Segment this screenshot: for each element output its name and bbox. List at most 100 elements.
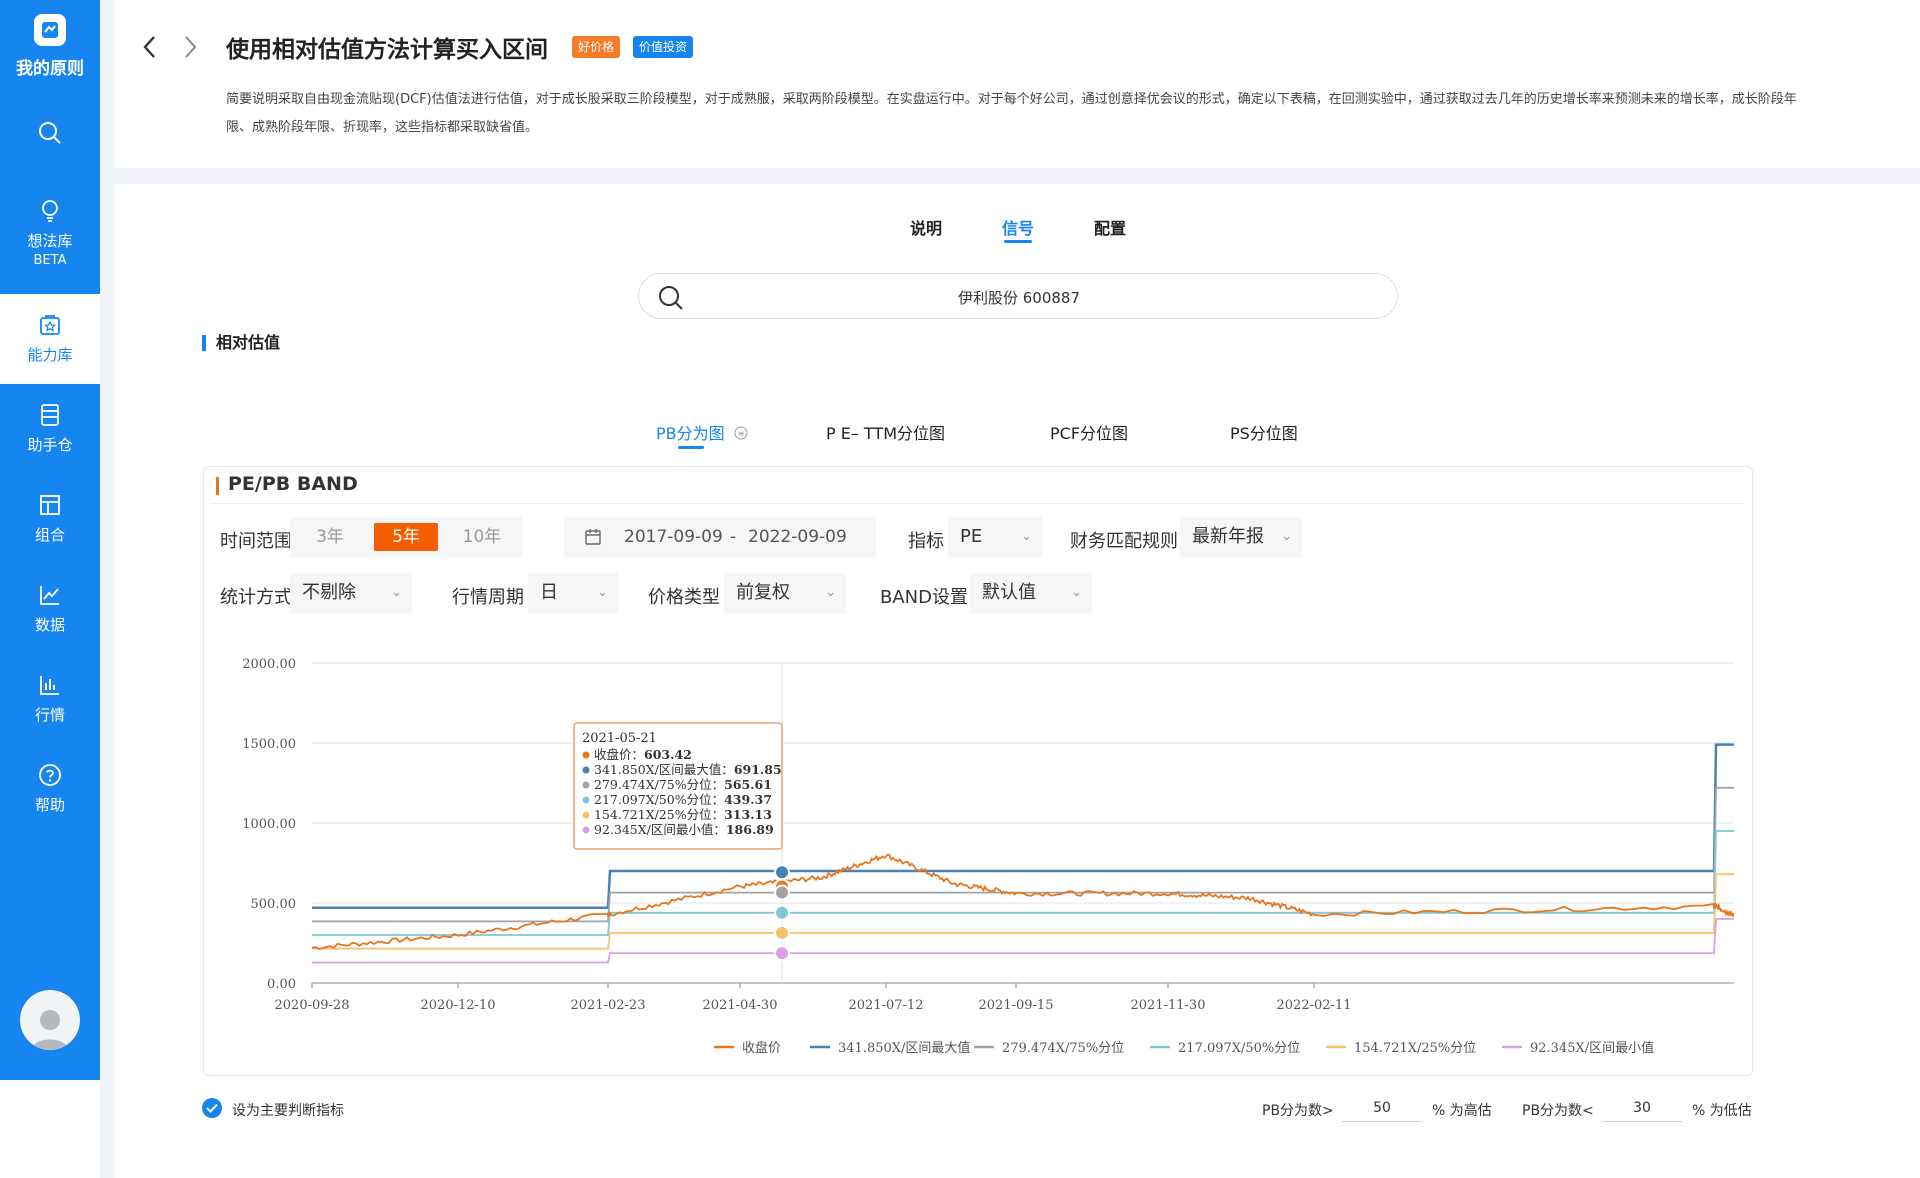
forward-button[interactable] xyxy=(180,34,200,64)
series-line xyxy=(312,830,1734,936)
sidebar-item-label: 组合 xyxy=(34,526,65,544)
y-tick-label: 500.00 xyxy=(251,897,297,912)
sidebar-item-capability[interactable]: 能力库 xyxy=(0,294,100,384)
logo-icon xyxy=(34,14,66,46)
y-tick-label: 1500.00 xyxy=(242,737,296,752)
sidebar-item-label: 行情 xyxy=(34,706,65,724)
beta-badge: BETA xyxy=(33,253,67,268)
sidebar-item-label: 能力库 xyxy=(27,346,73,364)
subtab-pb[interactable]: PB分为图 ≡ xyxy=(656,420,748,444)
chevron-left-icon xyxy=(143,36,155,58)
x-tick-label: 2022-02-11 xyxy=(1277,998,1352,1013)
content-gutter xyxy=(100,0,115,1178)
market-icon xyxy=(37,672,63,698)
x-tick-label: 2021-07-12 xyxy=(849,998,924,1013)
sidebar: 我的原则 想法库 BETA 能力库 助手仓 组合 数据 行情 帮助 xyxy=(0,0,100,1080)
sidebar-item-label: 想法库 xyxy=(27,232,73,250)
hover-point[interactable] xyxy=(774,924,790,941)
tooltip-dot xyxy=(582,766,590,774)
subtab-pcf[interactable]: PCF分位图 xyxy=(1050,420,1128,444)
app-logo[interactable]: 我的原则 xyxy=(0,14,100,79)
legend-label[interactable]: 217.097X/50%分位 xyxy=(1178,1041,1300,1056)
assistant-icon xyxy=(37,402,63,428)
legend-label[interactable]: 279.474X/75%分位 xyxy=(1002,1041,1124,1056)
low-threshold-prefix: PB分为数< xyxy=(1522,1103,1594,1119)
x-tick-label: 2020-12-10 xyxy=(421,998,496,1013)
help-icon xyxy=(37,762,63,788)
tooltip-row: 341.850X/区间最大值：691.85 xyxy=(594,762,782,777)
section-title: 相对估值 xyxy=(202,335,280,351)
pe-band-chart[interactable]: 0.00 500.00 1000.00 1500.00 2000.00 2020-09-2… xyxy=(204,467,1754,1077)
page-description: 简要说明采取自由现金流贴现(DCF)估值法进行估值，对于成长股采取三阶段模型，对… xyxy=(226,92,1797,135)
tab-description[interactable]: 说明 xyxy=(910,215,942,239)
hover-point[interactable] xyxy=(774,884,790,901)
sidebar-footer xyxy=(0,1080,100,1178)
svg-text:≡: ≡ xyxy=(737,429,744,438)
hover-point[interactable] xyxy=(774,904,790,921)
sidebar-item-label: 帮助 xyxy=(34,796,65,814)
tooltip-row: 92.345X/区间最小值：186.89 xyxy=(594,822,774,837)
tooltip-row: 收盘价：603.42 xyxy=(594,747,692,762)
high-threshold-prefix: PB分为数> xyxy=(1262,1103,1334,1119)
page-title: 使用相对估值方法计算买入区间 xyxy=(226,37,548,63)
y-tick-label: 1000.00 xyxy=(242,817,296,832)
page-header xyxy=(115,0,1920,168)
legend-label[interactable]: 154.721X/25%分位 xyxy=(1354,1041,1476,1056)
high-threshold-suffix: % 为高估 xyxy=(1432,1103,1492,1119)
subtab-pb-label: PB分为图 xyxy=(656,424,725,443)
x-tick-label: 2021-04-30 xyxy=(703,998,778,1013)
active-subtab-indicator xyxy=(678,446,704,449)
app-name: 我的原则 xyxy=(16,59,84,79)
search-icon xyxy=(37,120,63,146)
tooltip-row: 217.097X/50%分位：439.37 xyxy=(594,792,772,807)
legend-label[interactable]: 收盘价 xyxy=(742,1040,781,1056)
sidebar-item-portfolio[interactable]: 组合 xyxy=(0,492,100,545)
series-line xyxy=(312,786,1734,923)
hover-point[interactable] xyxy=(774,864,790,881)
tab-signal[interactable]: 信号 xyxy=(1002,215,1034,239)
sidebar-item-help[interactable]: 帮助 xyxy=(0,762,100,815)
user-icon xyxy=(32,1010,68,1050)
search-nav[interactable] xyxy=(0,120,100,152)
series-line xyxy=(312,743,1734,910)
avatar[interactable] xyxy=(20,990,80,1050)
tooltip-row: 154.721X/25%分位：313.13 xyxy=(594,807,772,822)
tooltip-dot xyxy=(582,826,590,834)
sidebar-item-assistant[interactable]: 助手仓 xyxy=(0,402,100,455)
y-tick-label: 0.00 xyxy=(267,977,296,992)
x-tick-label: 2020-09-28 xyxy=(275,998,350,1013)
y-tick-label: 2000.00 xyxy=(242,657,296,672)
sidebar-item-market[interactable]: 行情 xyxy=(0,672,100,725)
legend-label[interactable]: 341.850X/区间最大值 xyxy=(838,1040,970,1056)
tooltip-date: 2021-05-21 xyxy=(582,731,657,746)
subtab-pe-ttm[interactable]: P E– TTM分位图 xyxy=(826,420,945,444)
sidebar-item-label: 助手仓 xyxy=(27,436,73,454)
legend-label[interactable]: 92.345X/区间最小值 xyxy=(1530,1040,1654,1056)
tag-value-investing: 价值投资 xyxy=(633,36,694,58)
search-input[interactable]: 伊利股份 600887 xyxy=(639,287,1399,308)
bulb-icon xyxy=(37,198,63,224)
tag-good-price: 好价格 xyxy=(572,36,621,58)
sidebar-item-data[interactable]: 数据 xyxy=(0,582,100,635)
tooltip-row: 279.474X/75%分位：565.61 xyxy=(594,777,772,792)
tooltip-dot xyxy=(582,781,590,789)
back-button[interactable] xyxy=(140,34,160,64)
data-icon xyxy=(37,582,63,608)
tab-config[interactable]: 配置 xyxy=(1094,215,1126,239)
low-threshold-input[interactable]: 30 xyxy=(1602,1094,1682,1122)
tooltip-dot xyxy=(582,751,590,759)
sidebar-item-label: 数据 xyxy=(34,616,65,634)
header-divider xyxy=(115,168,1920,184)
high-threshold-input[interactable]: 50 xyxy=(1342,1094,1422,1122)
main-indicator-checkbox[interactable] xyxy=(202,1098,222,1118)
low-threshold-suffix: % 为低估 xyxy=(1692,1103,1752,1119)
x-tick-label: 2021-09-15 xyxy=(979,998,1054,1013)
x-tick-label: 2021-11-30 xyxy=(1131,998,1206,1013)
pe-pb-band-card: PE/PB BAND 时间范围 3年 5年 10年 2017-09-09 - 2… xyxy=(203,466,1753,1076)
hover-point[interactable] xyxy=(774,945,790,962)
subtab-ps[interactable]: PS分位图 xyxy=(1230,420,1298,444)
checkbox-label: 设为主要判断指标 xyxy=(232,1103,344,1119)
stock-search[interactable]: 伊利股份 600887 xyxy=(638,273,1398,319)
check-icon xyxy=(206,1103,218,1113)
sidebar-item-ideas[interactable]: 想法库 BETA xyxy=(0,198,100,268)
